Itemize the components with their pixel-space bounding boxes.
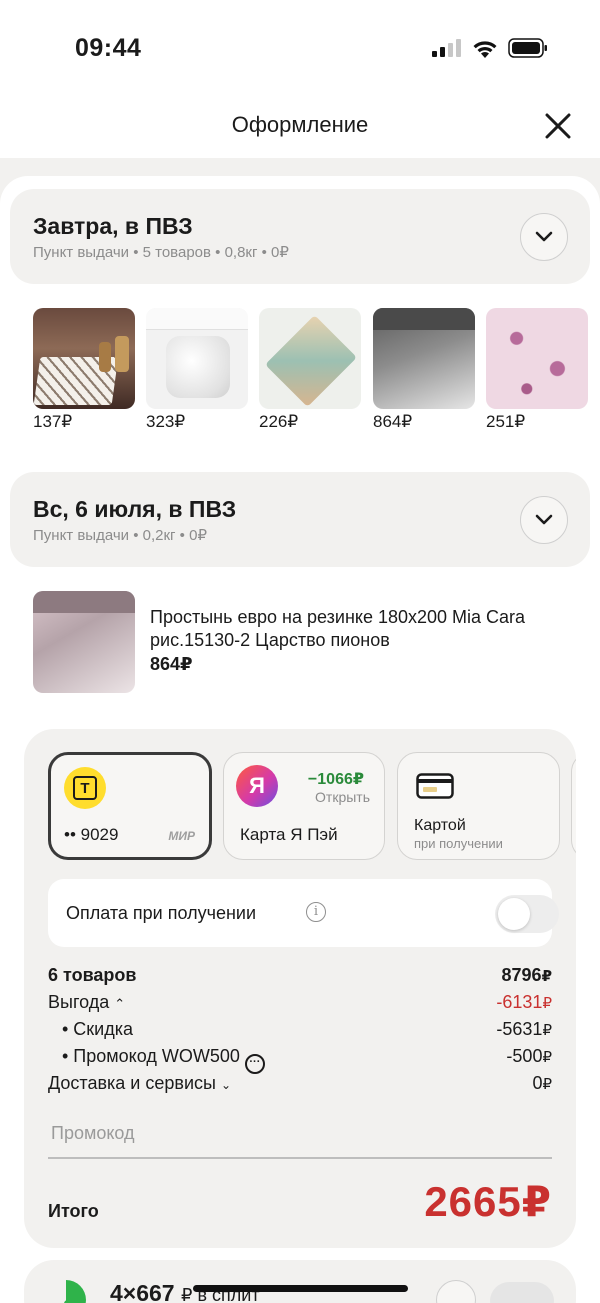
delivery-group-subtitle: Пункт выдачи • 0,2кг • 0₽ — [33, 527, 207, 544]
delivery-label: Доставка и сервисы ⌄ — [48, 1073, 232, 1093]
benefit-value: -6131₽ — [496, 992, 552, 1012]
yandex-pay-icon: Я — [236, 765, 278, 807]
home-indicator — [193, 1285, 408, 1292]
chevron-down-icon — [535, 231, 553, 242]
close-icon[interactable] — [542, 110, 574, 142]
status-time: 09:44 — [75, 34, 142, 62]
page-header: Оформление — [0, 96, 600, 158]
promo-placeholder: Промокод — [51, 1123, 135, 1143]
payment-card-yandex-pay[interactable]: Я −1066₽ Открыть Карта Я Пэй — [223, 752, 385, 860]
product-image — [259, 308, 361, 409]
discount-label: • Скидка — [62, 1019, 134, 1039]
delivery-group-title: Завтра, в ПВЗ — [33, 213, 193, 239]
expand-button[interactable] — [520, 496, 568, 544]
mir-logo: МИР — [168, 829, 195, 843]
card-icon — [416, 773, 454, 799]
summary-items-row: 6 товаров 8796₽ — [48, 965, 552, 992]
card-number: •• 9029 — [64, 825, 119, 844]
yandex-bonus: −1066₽ — [307, 771, 364, 788]
delivery-group-title: Вс, 6 июля, в ПВЗ — [33, 496, 237, 522]
wifi-icon — [473, 40, 497, 58]
cod-row: Оплата при получении i — [48, 879, 559, 947]
delivery-group-subtitle: Пункт выдачи • 5 товаров • 0,8кг • 0₽ — [33, 244, 289, 261]
product-price: 251₽ — [486, 412, 526, 431]
card-on-delivery-subtitle: при получении — [414, 836, 503, 851]
cod-label: Оплата при получении — [66, 903, 257, 923]
delivery-value: 0₽ — [532, 1073, 552, 1093]
total-value: 2665₽ — [424, 1178, 552, 1225]
benefit-label: Выгода ⌃ — [48, 992, 126, 1012]
split-info-icon[interactable] — [436, 1280, 476, 1303]
payment-block: T •• 9029 МИР Я −1066₽ Открыть Карта Я П… — [24, 729, 576, 1248]
tbank-icon: T — [64, 767, 106, 809]
product-thumbnails: 137₽ 323₽ 226₽ 864₽ 251₽ — [33, 308, 600, 438]
payment-card-more[interactable] — [571, 752, 576, 860]
product-thumb[interactable]: 864₽ — [373, 308, 475, 432]
split-icon — [46, 1280, 86, 1303]
battery-icon — [508, 38, 547, 58]
product-price: 323₽ — [146, 412, 186, 431]
product-thumb[interactable]: 323₽ — [146, 308, 248, 432]
product-price: 226₽ — [259, 412, 299, 431]
split-toggle[interactable] — [490, 1282, 554, 1303]
discount-value: -5631₽ — [496, 1019, 552, 1039]
info-icon[interactable]: i — [306, 902, 326, 922]
chevron-down-icon: ⌄ — [220, 1078, 232, 1092]
page-title: Оформление — [231, 112, 369, 137]
single-product-price: 864₽ — [150, 654, 193, 674]
card-on-delivery-title: Картой — [414, 817, 466, 834]
product-image — [373, 308, 475, 409]
status-icons — [432, 38, 548, 58]
summary-delivery-row[interactable]: Доставка и сервисы ⌄ 0₽ — [48, 1073, 552, 1100]
chevron-up-icon: ⌃ — [114, 996, 126, 1011]
expand-button[interactable] — [520, 213, 568, 261]
payment-card-on-delivery[interactable]: Картой при получении — [397, 752, 560, 860]
items-value: 8796₽ — [501, 965, 552, 985]
signal-icon — [432, 39, 461, 57]
summary-promo-row: • Промокод WOW500 ··· -500₽ — [48, 1046, 552, 1074]
product-price: 864₽ — [373, 412, 413, 431]
delivery-group-sunday[interactable]: Вс, 6 июля, в ПВЗ Пункт выдачи • 0,2кг •… — [10, 472, 590, 567]
cod-toggle[interactable] — [495, 895, 559, 933]
payment-card-tbank[interactable]: T •• 9029 МИР — [48, 752, 212, 860]
product-thumb[interactable]: 251₽ — [486, 308, 588, 432]
promo-input[interactable]: Промокод — [48, 1119, 552, 1159]
promo-value: -500₽ — [506, 1046, 552, 1066]
toggle-knob — [498, 898, 530, 930]
yandex-open-link[interactable]: Открыть — [315, 789, 370, 805]
summary-benefit-row[interactable]: Выгода ⌃ -6131₽ — [48, 992, 552, 1019]
split-block[interactable]: 4×667 ₽ в сплит — [24, 1260, 576, 1303]
payment-methods: T •• 9029 МИР Я −1066₽ Открыть Карта Я П… — [48, 752, 576, 860]
items-label: 6 товаров — [48, 965, 137, 985]
product-thumb[interactable]: 226₽ — [259, 308, 361, 432]
single-product-image[interactable] — [33, 591, 135, 693]
status-bar: 09:44 — [0, 0, 600, 96]
product-image — [146, 308, 248, 409]
promo-label: • Промокод WOW500 ··· — [62, 1046, 265, 1074]
product-image — [486, 308, 588, 409]
chevron-down-icon — [535, 514, 553, 525]
total-label: Итого — [48, 1201, 99, 1221]
product-price: 137₽ — [33, 412, 73, 431]
single-product-name[interactable]: Простынь евро на резинке 180х200 Mia Car… — [150, 606, 580, 652]
yandex-pay-label: Карта Я Пэй — [240, 825, 338, 844]
more-icon[interactable]: ··· — [244, 1054, 265, 1074]
product-thumb[interactable]: 137₽ — [33, 308, 135, 432]
delivery-group-tomorrow[interactable]: Завтра, в ПВЗ Пункт выдачи • 5 товаров •… — [10, 189, 590, 284]
summary-discount-row: • Скидка -5631₽ — [48, 1019, 552, 1046]
product-image — [33, 308, 135, 409]
